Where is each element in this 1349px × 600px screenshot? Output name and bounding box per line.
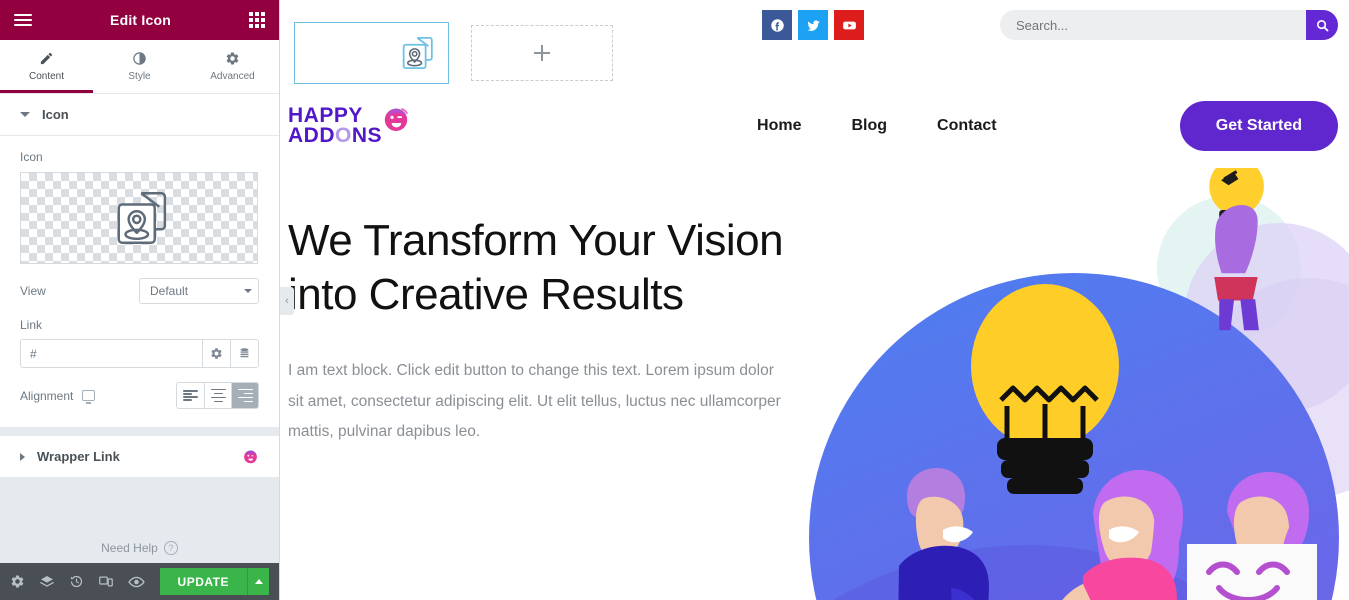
tab-style[interactable]: Style [93,40,186,93]
section-icon-header[interactable]: Icon [0,94,279,136]
tab-advanced[interactable]: Advanced [186,40,279,93]
happyaddons-logo-icon [244,450,257,464]
icon-preview[interactable] [20,172,258,264]
view-control-row: View Default [20,278,259,304]
creative-team-lightbulb-illustration [809,168,1349,600]
nav-item-home[interactable]: Home [757,117,801,135]
desktop-icon[interactable] [82,390,96,404]
dynamic-tags-icon [240,348,249,358]
logo-line-1: HAPPY [288,103,363,127]
panel-title: Edit Icon [110,12,171,28]
update-group: UPDATE [159,568,269,595]
hero-paragraph: I am text block. Click edit button to ch… [288,362,781,440]
align-right-button[interactable] [231,383,258,408]
plus-icon [534,45,550,61]
logo-line-2: ADDONS [288,124,383,147]
tab-content[interactable]: Content [0,40,93,93]
hero-section: We Transform Your Vision into Creative R… [280,168,1349,600]
chevron-left-icon: ‹ [285,295,289,307]
alignment-control-row: Alignment [20,382,259,409]
gear-icon [226,52,239,65]
preview-canvas: ‹ Search... HAPPY ADDONS Home Blog Conta… [280,0,1349,600]
section-icon-title: Icon [42,107,69,122]
add-widget-box[interactable] [471,25,613,81]
panel-header: Edit Icon [0,0,279,40]
panel-collapse-handle[interactable]: ‹ [280,287,294,315]
section-wrapper-link-title: Wrapper Link [37,449,120,464]
need-help[interactable]: Need Help ? [0,541,279,555]
question-mark-icon: ? [163,541,178,555]
alignment-label: Alignment [20,388,74,403]
history-icon[interactable] [69,574,84,589]
section-wrapper-link-header[interactable]: Wrapper Link [0,436,279,478]
align-left-button[interactable] [177,383,204,408]
logo-text: HAPPY ADDONS [288,103,383,147]
settings-gear-icon[interactable] [10,574,25,589]
twitter-icon[interactable] [798,10,828,40]
hero-text-column: We Transform Your Vision into Creative R… [288,168,808,447]
preview-eye-icon[interactable] [128,575,145,589]
view-select[interactable]: Default [139,278,259,304]
icon-field-label: Icon [20,150,43,164]
need-help-label: Need Help [101,541,158,555]
icon-controls: Icon View Default Link # Alignment [0,136,279,427]
elementor-panel: Edit Icon Content Style Advanced Icon Ic… [0,0,280,600]
map-pin-brochure-icon [117,192,167,244]
happy-face-icon [384,108,408,131]
tab-advanced-label: Advanced [210,71,255,82]
selected-icon-widget[interactable] [294,22,449,84]
map-pin-brochure-icon [402,36,433,70]
view-label: View [20,284,46,298]
contrast-icon [133,52,146,65]
panel-footer: UPDATE [0,563,279,600]
chevron-up-icon [254,579,263,584]
nav-links: Home Blog Contact [757,117,997,135]
view-select-value: Default [150,284,189,298]
chevron-down-icon [244,289,252,293]
alignment-button-group [176,382,259,409]
hamburger-icon[interactable] [14,14,32,26]
chevron-right-icon [20,452,25,461]
widget-grid-icon[interactable] [248,12,265,28]
update-options-button[interactable] [247,568,269,595]
tab-style-label: Style [128,71,151,82]
tab-content-label: Content [28,71,65,82]
link-options-button[interactable] [202,340,230,367]
elementor-editor: Edit Icon Content Style Advanced Icon Ic… [0,0,1349,600]
youtube-icon[interactable] [834,10,864,40]
nav-item-blog[interactable]: Blog [851,117,887,135]
panel-tabs: Content Style Advanced [0,40,279,94]
panel-body: Icon Icon View Default Link # Alignment … [0,94,279,563]
facebook-icon[interactable] [762,10,792,40]
link-input[interactable] [21,340,202,367]
site-search [1000,10,1338,40]
link-label: Link [20,318,43,332]
chevron-down-icon [20,112,30,117]
hero-heading: We Transform Your Vision into Creative R… [288,216,784,319]
social-icons-group [762,10,864,40]
align-center-button[interactable] [204,383,231,408]
pencil-icon [40,52,53,65]
update-button[interactable]: UPDATE [159,568,247,595]
link-dynamic-tags-button[interactable] [230,340,258,367]
gear-icon [211,348,222,359]
responsive-mode-icon[interactable] [98,574,114,589]
search-icon [1316,19,1328,31]
nav-item-contact[interactable]: Contact [937,117,997,135]
search-input[interactable] [1000,10,1306,40]
link-control-row: Link [20,318,259,368]
site-logo[interactable]: HAPPY ADDONS [288,103,412,147]
link-field [20,339,259,368]
navigator-layers-icon[interactable] [39,574,55,590]
search-button[interactable] [1306,10,1338,40]
section-wrapper-link: Wrapper Link [0,436,279,478]
